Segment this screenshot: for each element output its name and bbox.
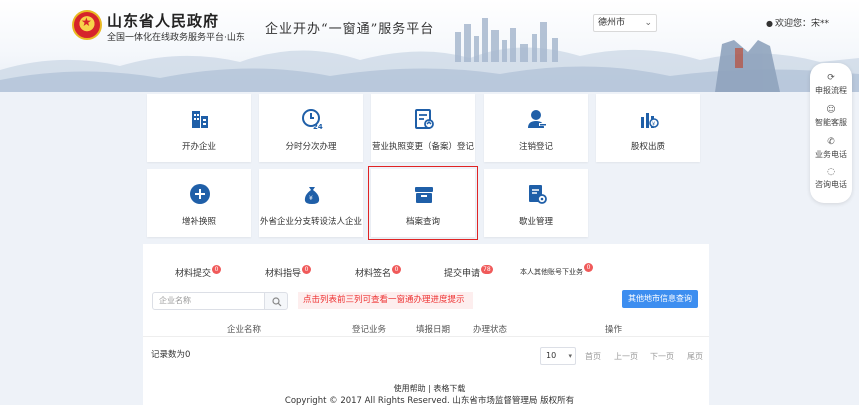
pager-prev[interactable]: 上一页: [614, 351, 638, 362]
svg-text:¥: ¥: [309, 195, 313, 202]
tab-label: 材料提交: [175, 269, 212, 279]
tab-other-accounts[interactable]: 本人其他账号下业务0: [520, 263, 593, 277]
tile-open-enterprise[interactable]: 开办企业: [147, 94, 251, 162]
tab-label: 材料指导: [265, 269, 302, 279]
page-header: 山东省人民政府 全国一体化在线政务服务平台·山东 企业开办“一窗通”服务平台 德…: [0, 0, 859, 92]
pager-first[interactable]: 首页: [585, 351, 601, 362]
tab-badge: 0: [392, 265, 402, 274]
float-item-label: 咨询电话: [815, 180, 847, 189]
tab-material-sign[interactable]: 材料签名 0: [355, 265, 402, 279]
tile-suspension-management[interactable]: 歇业管理: [484, 169, 588, 237]
phone-icon: ✆: [827, 137, 835, 147]
tile-label: 分时分次办理: [285, 142, 337, 152]
platform-title: 企业开办“一窗通”服务平台: [265, 22, 435, 37]
column-header[interactable]: 登记业务: [352, 323, 386, 335]
tab-submit-application[interactable]: 提交申请 78: [444, 265, 493, 279]
column-header[interactable]: 填报日期: [416, 323, 450, 335]
float-item-process[interactable]: ⟳ 申报流程: [810, 73, 852, 96]
record-count: 记录数为0: [151, 350, 191, 360]
tile-label: 股权出质: [630, 142, 665, 152]
tab-badge: 78: [481, 265, 493, 274]
tile-label: 外省企业分支转设法人企业: [259, 217, 362, 227]
float-item-consult-phone[interactable]: ◌ 咨询电话: [810, 167, 852, 190]
svg-text:24: 24: [313, 123, 323, 130]
city-select[interactable]: 德州市 ⌄: [593, 14, 657, 32]
user-info[interactable]: ● 欢迎您：宋**: [766, 16, 829, 29]
table-header: 企业名称 登记业务 填报日期 办理状态 操作: [143, 321, 709, 337]
tile-staged-processing[interactable]: 24 分时分次办理: [259, 94, 363, 162]
tile-label: 营业执照变更（备案）登记: [371, 142, 474, 152]
column-header[interactable]: 操作: [605, 323, 622, 335]
headset-icon: ◌: [827, 167, 835, 177]
money-bag-icon: ¥: [304, 187, 320, 204]
clock-24-icon: 24: [302, 109, 323, 130]
government-subtitle: 全国一体化在线政务服务平台·山东: [107, 33, 245, 43]
archive-box-icon: [415, 187, 433, 203]
column-header[interactable]: 企业名称: [227, 323, 261, 335]
search-icon: [272, 297, 282, 307]
search-input[interactable]: 企业名称: [152, 292, 265, 310]
building-icon: [192, 111, 208, 128]
page-size-select[interactable]: 10 ▾: [540, 347, 576, 365]
tile-license-change[interactable]: 营业执照变更（备案）登记: [371, 94, 475, 162]
city-select-value: 德州市: [598, 18, 626, 28]
float-item-label: 智能客服: [815, 118, 847, 127]
document-refresh-icon: [415, 109, 434, 129]
tile-label: 增补换照: [181, 217, 216, 227]
records-panel: 材料提交 0 材料指导 0 材料签名 0 提交申请 78 本人其他账号下业务0 企业名称…: [143, 244, 709, 405]
float-item-label: 业务电话: [815, 150, 847, 159]
chevron-down-icon: ⌄: [644, 18, 652, 28]
svg-text:¥: ¥: [652, 122, 655, 128]
page-size-value: 10: [546, 351, 557, 360]
progress-notice: 点击列表前三列可查看一窗通办理进度提示: [298, 292, 473, 309]
tile-deregistration[interactable]: 注销登记: [484, 94, 588, 162]
tab-label: 本人其他账号下业务: [520, 268, 583, 276]
user-name: 宋**: [811, 19, 830, 29]
tab-badge: 0: [212, 265, 222, 274]
float-item-label: 申报流程: [815, 86, 847, 95]
pager-last[interactable]: 尾页: [687, 351, 703, 362]
tab-material-guide[interactable]: 材料指导 0: [265, 265, 312, 279]
national-emblem-icon: [72, 10, 102, 40]
tile-archive-query[interactable]: 档案查询: [368, 166, 478, 240]
user-greeting: 欢迎您：: [774, 19, 811, 29]
chat-bot-icon: ☺: [826, 105, 836, 115]
column-header[interactable]: 办理状态: [473, 323, 507, 335]
tab-badge: 0: [584, 263, 593, 272]
user-icon: ●: [766, 19, 773, 28]
tab-material-submit[interactable]: 材料提交 0: [175, 265, 222, 279]
tab-label: 提交申请: [444, 269, 481, 279]
floating-service-bar: ⟳ 申报流程 ☺ 智能客服 ✆ 业务电话 ◌ 咨询电话: [810, 63, 852, 203]
government-title: 山东省人民政府: [107, 12, 220, 30]
tile-branch-conversion[interactable]: ¥ 外省企业分支转设法人企业: [259, 169, 363, 237]
plus-circle-icon: [190, 184, 210, 204]
tile-label: 注销登记: [518, 142, 553, 152]
flow-icon: ⟳: [827, 73, 835, 83]
tile-replace-license[interactable]: 增补换照: [147, 169, 251, 237]
tile-label: 档案查询: [405, 217, 440, 227]
pager-next[interactable]: 下一页: [650, 351, 674, 362]
tile-label: 歇业管理: [518, 217, 553, 227]
document-gear-icon: [529, 185, 547, 204]
tile-equity-pledge[interactable]: ¥ 股权出质: [596, 94, 700, 162]
copyright: Copyright © 2017 All Rights Reserved. 山东…: [284, 396, 575, 405]
tab-bar: 材料提交 0 材料指导 0 材料签名 0 提交申请 78 本人其他账号下业务0: [143, 260, 709, 280]
footer-links[interactable]: 使用帮助 | 表格下载: [0, 383, 859, 394]
float-item-business-phone[interactable]: ✆ 业务电话: [810, 137, 852, 160]
search-button[interactable]: [264, 292, 288, 310]
user-minus-icon: [528, 110, 547, 128]
other-city-query-button[interactable]: 其他地市信息查询: [622, 290, 698, 308]
tab-badge: 0: [302, 265, 312, 274]
bar-chart-coin-icon: ¥: [641, 113, 659, 128]
tile-label: 开办企业: [181, 142, 216, 152]
float-item-chatbot[interactable]: ☺ 智能客服: [810, 105, 852, 128]
tab-label: 材料签名: [355, 269, 392, 279]
chevron-down-icon: ▾: [568, 352, 572, 360]
